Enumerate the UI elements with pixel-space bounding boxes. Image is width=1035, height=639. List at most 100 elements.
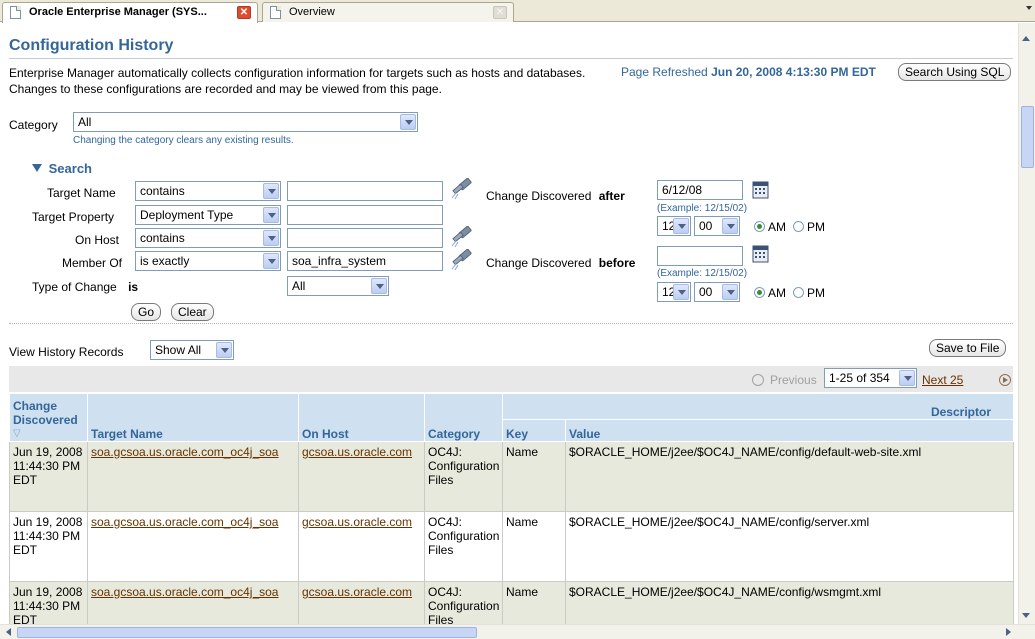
chevron-down-icon[interactable] [371, 278, 387, 294]
tab-list-chevron-icon[interactable] [1026, 6, 1032, 10]
col-change-discovered[interactable]: Change Discovered ▽ [9, 393, 88, 442]
col-value[interactable]: Value [565, 419, 1014, 442]
category-cell: OC4J: Configuration Files [424, 581, 503, 624]
type-of-change-select[interactable]: All [287, 276, 389, 296]
after-pm-label: PM [807, 220, 825, 234]
chevron-down-icon[interactable] [216, 342, 232, 358]
scroll-up-icon[interactable] [1022, 36, 1030, 41]
key-cell: Name [502, 581, 566, 624]
table-row: Jun 19, 2008 11:44:30 PM EDT soa.gcsoa.u… [9, 511, 1014, 582]
before-pm-radio[interactable] [793, 287, 804, 298]
chevron-down-icon[interactable] [263, 230, 279, 246]
col-change-discovered-label: Change Discovered [13, 399, 78, 427]
col-target-name[interactable]: Target Name [87, 393, 299, 442]
tab-overview[interactable]: Overview ✕ [262, 2, 514, 22]
chevron-down-icon[interactable] [899, 370, 915, 386]
target-name-cell: soa.gcsoa.us.oracle.com_oc4j_soa [87, 581, 299, 624]
chevron-down-icon[interactable] [263, 207, 279, 223]
chevron-down-icon[interactable] [722, 218, 738, 234]
category-hint: Changing the category clears any existin… [73, 135, 294, 146]
before-am-radio[interactable] [754, 287, 765, 298]
after-date-input[interactable]: 6/12/08 [657, 180, 743, 200]
category-cell: OC4J: Configuration Files [424, 441, 503, 512]
key-cell: Name [502, 441, 566, 512]
horizontal-scrollbar[interactable] [0, 624, 1035, 639]
target-name-link[interactable]: soa.gcsoa.us.oracle.com_oc4j_soa [91, 445, 278, 459]
scroll-right-icon[interactable] [1006, 628, 1011, 636]
vertical-scrollbar[interactable] [1018, 23, 1035, 624]
document-icon [270, 6, 281, 19]
after-pm-radio[interactable] [793, 221, 804, 232]
search-section-toggle[interactable]: Search [32, 161, 92, 176]
tab-label: Oracle Enterprise Manager (SYS... [29, 6, 207, 18]
after-minute-select[interactable]: 00 [694, 216, 740, 236]
chevron-down-icon[interactable] [673, 284, 689, 300]
before-qualifier: before [598, 256, 636, 270]
page-refreshed-label: Page Refreshed [621, 65, 708, 79]
change-discovered-cell: Jun 19, 2008 11:44:30 PM EDT [9, 511, 88, 582]
member-of-operator-select[interactable]: is exactly [135, 251, 281, 271]
clear-button[interactable]: Clear [171, 303, 214, 321]
on-host-operator-select[interactable]: contains [135, 228, 281, 248]
target-name-input[interactable] [287, 181, 443, 201]
close-tab-icon[interactable]: ✕ [237, 6, 251, 19]
search-heading: Search [48, 161, 92, 176]
title-divider [9, 58, 1013, 59]
go-button[interactable]: Go [131, 303, 162, 321]
member-of-input[interactable]: soa_infra_system [287, 251, 443, 271]
after-hour-select[interactable]: 12 [657, 216, 691, 236]
on-host-link[interactable]: gcsoa.us.oracle.com [302, 445, 412, 459]
previous-icon [752, 374, 764, 386]
close-tab-icon[interactable]: ✕ [493, 6, 507, 19]
horizontal-scroll-thumb[interactable] [17, 627, 477, 638]
next-25-link[interactable]: Next 25 [922, 373, 963, 387]
col-category[interactable]: Category [424, 393, 503, 442]
flashlight-search-icon[interactable] [450, 226, 474, 248]
after-am-label: AM [768, 220, 786, 234]
key-cell: Name [502, 511, 566, 582]
chevron-down-icon[interactable] [263, 183, 279, 199]
flashlight-search-icon[interactable] [450, 178, 474, 200]
calendar-icon[interactable] [752, 245, 769, 263]
tab-oracle-enterprise-manager[interactable]: Oracle Enterprise Manager (SYS... ✕ [2, 2, 258, 23]
on-host-cell: gcsoa.us.oracle.com [298, 511, 425, 582]
on-host-input[interactable] [287, 228, 443, 248]
sort-descending-icon[interactable]: ▽ [13, 427, 84, 441]
table-row: Jun 19, 2008 11:44:30 PM EDT soa.gcsoa.u… [9, 441, 1014, 512]
target-name-link[interactable]: soa.gcsoa.us.oracle.com_oc4j_soa [91, 585, 278, 599]
target-property-input[interactable] [287, 205, 443, 225]
scroll-left-icon[interactable] [6, 628, 11, 636]
on-host-link[interactable]: gcsoa.us.oracle.com [302, 585, 412, 599]
col-on-host[interactable]: On Host [298, 393, 425, 442]
after-am-radio[interactable] [754, 221, 765, 232]
page-refreshed: Page Refreshed Jun 20, 2008 4:13:30 PM E… [621, 65, 876, 79]
chevron-down-icon[interactable] [673, 218, 689, 234]
chevron-down-icon[interactable] [400, 114, 416, 130]
after-date-example: (Example: 12/15/02) [657, 203, 748, 214]
change-discovered-label: Change Discovered [486, 256, 592, 270]
search-using-sql-button[interactable]: Search Using SQL [898, 63, 1012, 81]
save-to-file-button[interactable]: Save to File [929, 339, 1007, 357]
target-name-operator-select[interactable]: contains [135, 181, 281, 201]
col-key[interactable]: Key [502, 419, 566, 442]
next-icon[interactable] [999, 374, 1011, 386]
target-property-value: Deployment Type [140, 208, 234, 222]
category-select[interactable]: All [73, 112, 418, 132]
page-range-select[interactable]: 1-25 of 354 [824, 368, 917, 388]
change-discovered-cell: Jun 19, 2008 11:44:30 PM EDT [9, 441, 88, 512]
before-date-input[interactable] [657, 246, 743, 266]
scroll-down-icon[interactable] [1022, 613, 1030, 618]
target-name-link[interactable]: soa.gcsoa.us.oracle.com_oc4j_soa [91, 515, 278, 529]
chevron-down-icon[interactable] [722, 284, 738, 300]
target-property-select[interactable]: Deployment Type [135, 205, 281, 225]
calendar-icon[interactable] [752, 181, 769, 199]
type-of-change-label-text: Type of Change [32, 280, 117, 294]
chevron-down-icon[interactable] [263, 253, 279, 269]
before-minute-select[interactable]: 00 [694, 282, 740, 302]
flashlight-search-icon[interactable] [450, 249, 474, 271]
view-history-select[interactable]: Show All [150, 340, 234, 360]
before-minute-value: 00 [699, 285, 713, 299]
before-hour-select[interactable]: 12 [657, 282, 691, 302]
on-host-link[interactable]: gcsoa.us.oracle.com [302, 515, 412, 529]
vertical-scroll-thumb[interactable] [1021, 106, 1034, 168]
